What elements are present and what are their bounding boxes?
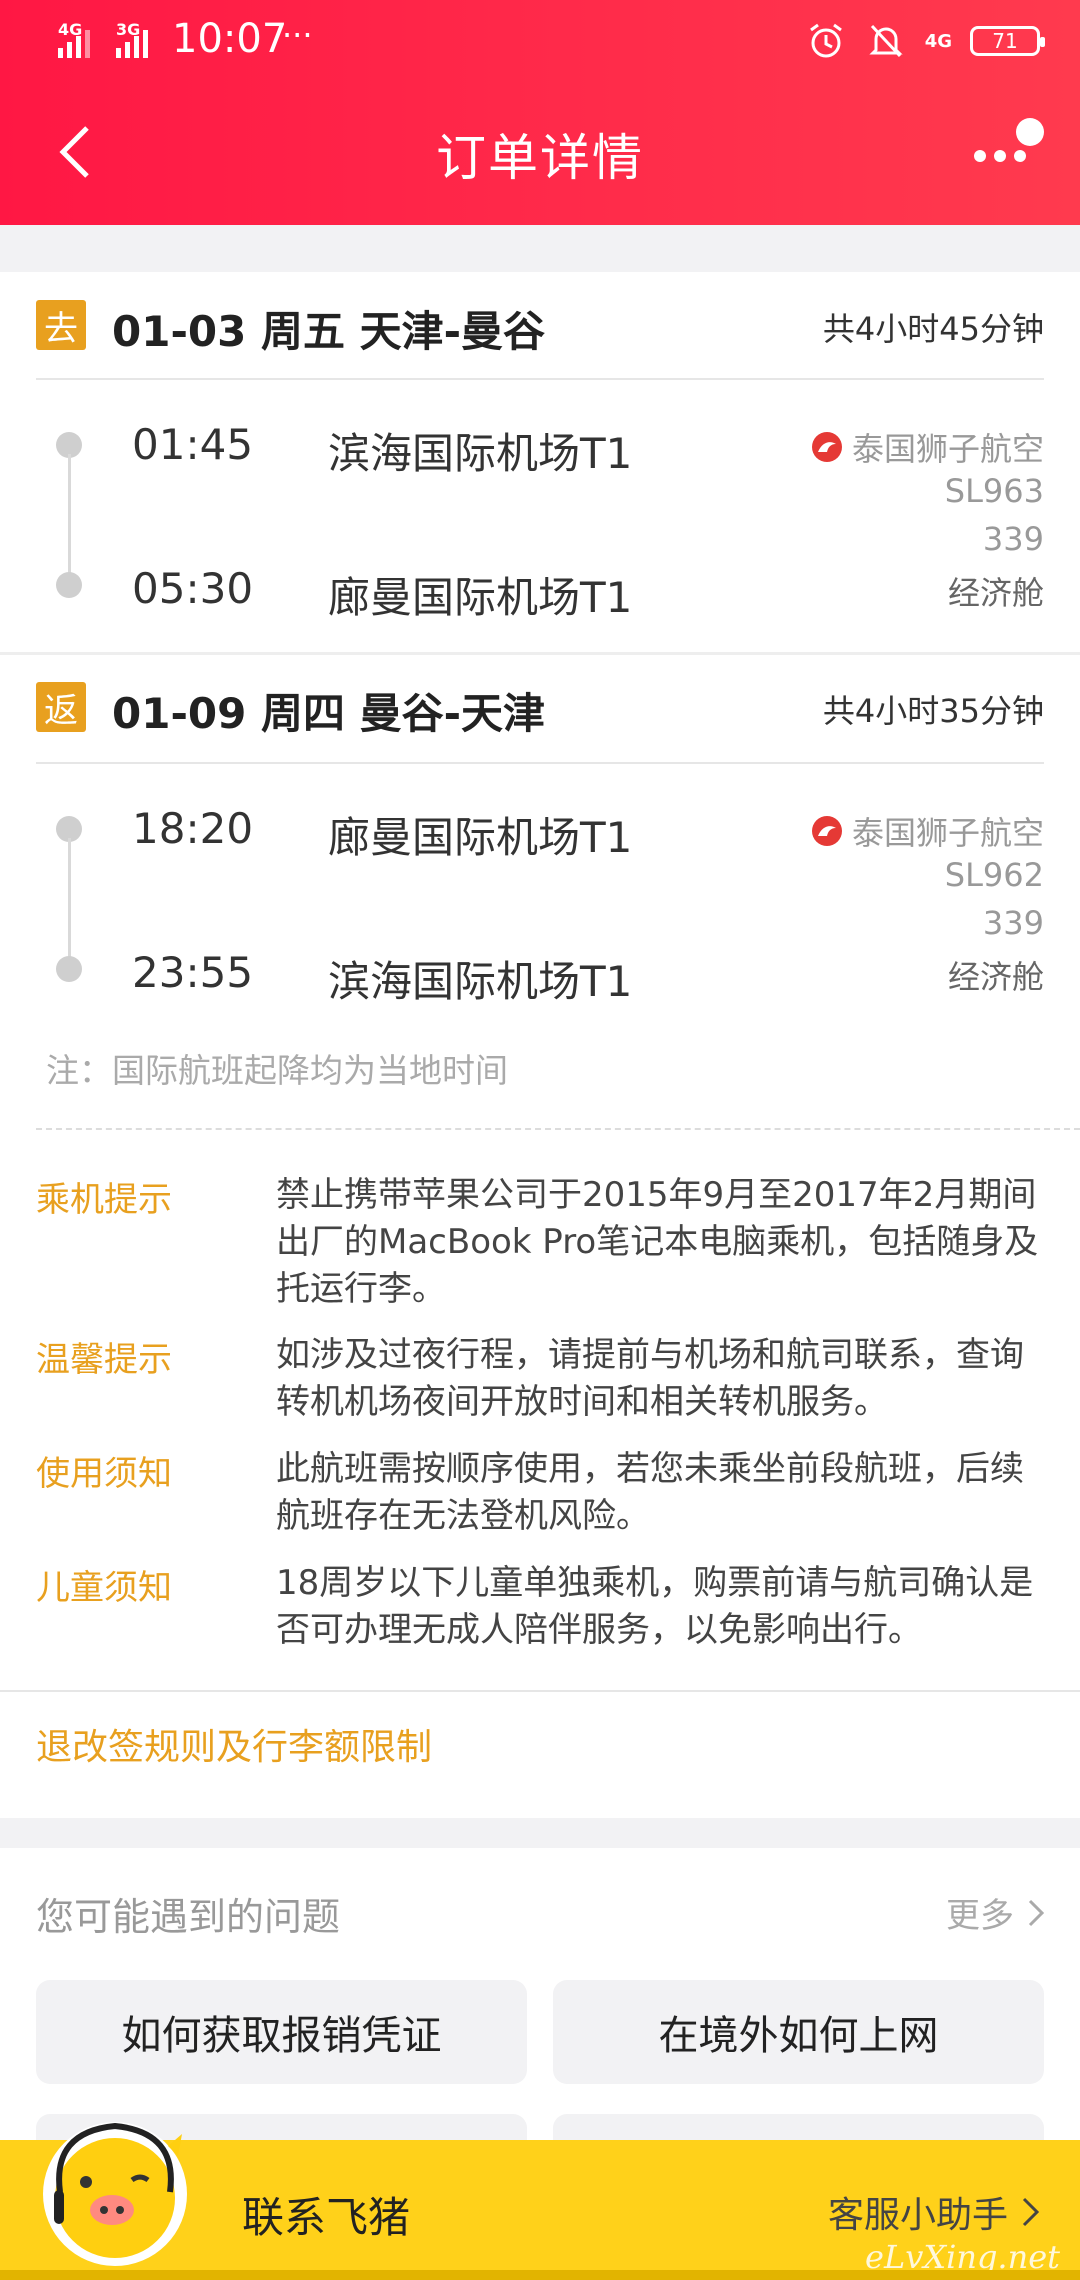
signal-3g-icon: 3G (116, 20, 164, 60)
return-title: 01-09 周四 曼谷-天津 (112, 689, 546, 738)
customer-assistant-button[interactable]: 客服小助手 (828, 2186, 1040, 2238)
outbound-segment-header: 去 01-03 周五 天津-曼谷 共4小时45分钟 (0, 272, 1080, 376)
lion-air-logo-icon (811, 432, 842, 462)
tip-label: 使用须知 (36, 1454, 172, 1494)
notification-badge-icon (1016, 118, 1044, 146)
outbound-airline: 泰国狮子航空 (810, 424, 1044, 470)
contact-bar[interactable]: 联系飞猪 客服小助手 eLvXing.net (0, 2122, 1080, 2280)
faq-title: 您可能遇到的问题 (36, 1895, 341, 1939)
flight-info-card: 去 01-03 周五 天津-曼谷 共4小时45分钟 01:45 滨海国际机场T1… (0, 272, 1080, 1818)
status-time: 10:07 (172, 16, 288, 62)
more-menu-button[interactable] (970, 118, 1050, 188)
status-bar: 4G 3G 10:07 ··· 4G 71 (0, 0, 1080, 95)
mute-bell-icon (865, 20, 907, 62)
timeline-line (68, 454, 71, 576)
faq-more-label: 更多 (946, 1896, 1014, 1936)
tip-label: 温馨提示 (36, 1340, 172, 1380)
outbound-arrive-time: 05:30 (132, 564, 254, 613)
tip-text: 如涉及过夜行程，请提前与机场和航司联系，查询转机机场夜间开放时间和相关转机服务。 (276, 1335, 1024, 1422)
divider (36, 762, 1044, 764)
outbound-airline-name: 泰国狮子航空 (851, 430, 1044, 468)
return-arrive-time: 23:55 (132, 948, 254, 997)
faq-more-button[interactable]: 更多 (946, 1888, 1044, 1937)
return-airline: 泰国狮子航空 (810, 808, 1044, 854)
return-segment-header: 返 01-09 周四 曼谷-天津 共4小时35分钟 (0, 656, 1080, 760)
outbound-title: 01-03 周五 天津-曼谷 (112, 307, 546, 356)
outbound-depart-airport: 滨海国际机场T1 (328, 429, 633, 478)
segment-divider (0, 652, 1080, 655)
tip-text: 18周岁以下儿童单独乘机，购票前请与航司确认是否可办理无成人陪伴服务，以免影响出… (276, 1563, 1034, 1650)
return-cabin: 经济舱 (947, 958, 1044, 996)
outbound-aircraft: 339 (982, 520, 1044, 558)
signal-indicators: 4G 3G (58, 20, 164, 60)
dashed-divider (36, 1128, 1080, 1130)
alarm-icon (805, 20, 847, 62)
divider (36, 378, 1044, 380)
arrive-dot (56, 956, 82, 982)
return-depart-time: 18:20 (132, 804, 254, 853)
contact-fliggy-label: 联系飞猪 (242, 2193, 411, 2242)
tip-text: 禁止携带苹果公司于2015年9月至2017年2月期间出厂的MacBook Pro… (276, 1175, 1039, 1309)
tip-text: 此航班需按顺序使用，若您未乘坐前段航班，后续航班存在无法登机风险。 (276, 1449, 1024, 1536)
return-aircraft: 339 (982, 904, 1044, 942)
return-duration: 共4小时35分钟 (822, 692, 1044, 730)
assistant-label: 客服小助手 (827, 2195, 1008, 2236)
fliggy-mascot-icon (40, 2112, 190, 2272)
chevron-right-icon (1028, 1899, 1044, 1926)
refund-baggage-rules-link[interactable]: 退改签规则及行李额限制 (36, 1718, 432, 1770)
lion-air-logo-icon (811, 816, 842, 846)
return-flight-number: SL962 (944, 856, 1044, 894)
arrive-dot (56, 572, 82, 598)
signal-4g-icon: 4G (58, 20, 106, 60)
outbound-tag: 去 (36, 300, 86, 350)
return-airline-name: 泰国狮子航空 (851, 814, 1044, 852)
status-right-icons: 4G 71 (805, 20, 1045, 62)
chevron-right-icon (1022, 2197, 1040, 2227)
tip-label: 儿童须知 (36, 1568, 172, 1608)
battery-icon: 71 (970, 26, 1045, 56)
divider (0, 1690, 1080, 1692)
timeline-line (68, 838, 71, 960)
outbound-duration: 共4小时45分钟 (822, 310, 1044, 348)
outbound-depart-time: 01:45 (132, 420, 254, 469)
outbound-flight-number: SL963 (944, 472, 1044, 510)
network-type: 4G (924, 30, 952, 52)
top-app-bar: 4G 3G 10:07 ··· 4G 71 订单详情 (0, 0, 1080, 225)
status-overflow: ··· (282, 16, 313, 54)
local-time-note: 注：国际航班起降均为当地时间 (46, 1051, 508, 1090)
tip-label: 乘机提示 (36, 1180, 172, 1220)
faq-item-internet-abroad[interactable]: 在境外如何上网 (553, 1980, 1044, 2084)
outbound-cabin: 经济舱 (947, 574, 1044, 612)
return-arrive-airport: 滨海国际机场T1 (328, 957, 633, 1006)
outbound-arrive-airport: 廊曼国际机场T1 (328, 573, 633, 622)
return-depart-airport: 廊曼国际机场T1 (328, 813, 633, 862)
page-title: 订单详情 (436, 129, 644, 187)
faq-item-reimbursement[interactable]: 如何获取报销凭证 (36, 1980, 527, 2084)
bottom-strip (0, 2270, 1080, 2280)
return-tag: 返 (36, 682, 86, 732)
